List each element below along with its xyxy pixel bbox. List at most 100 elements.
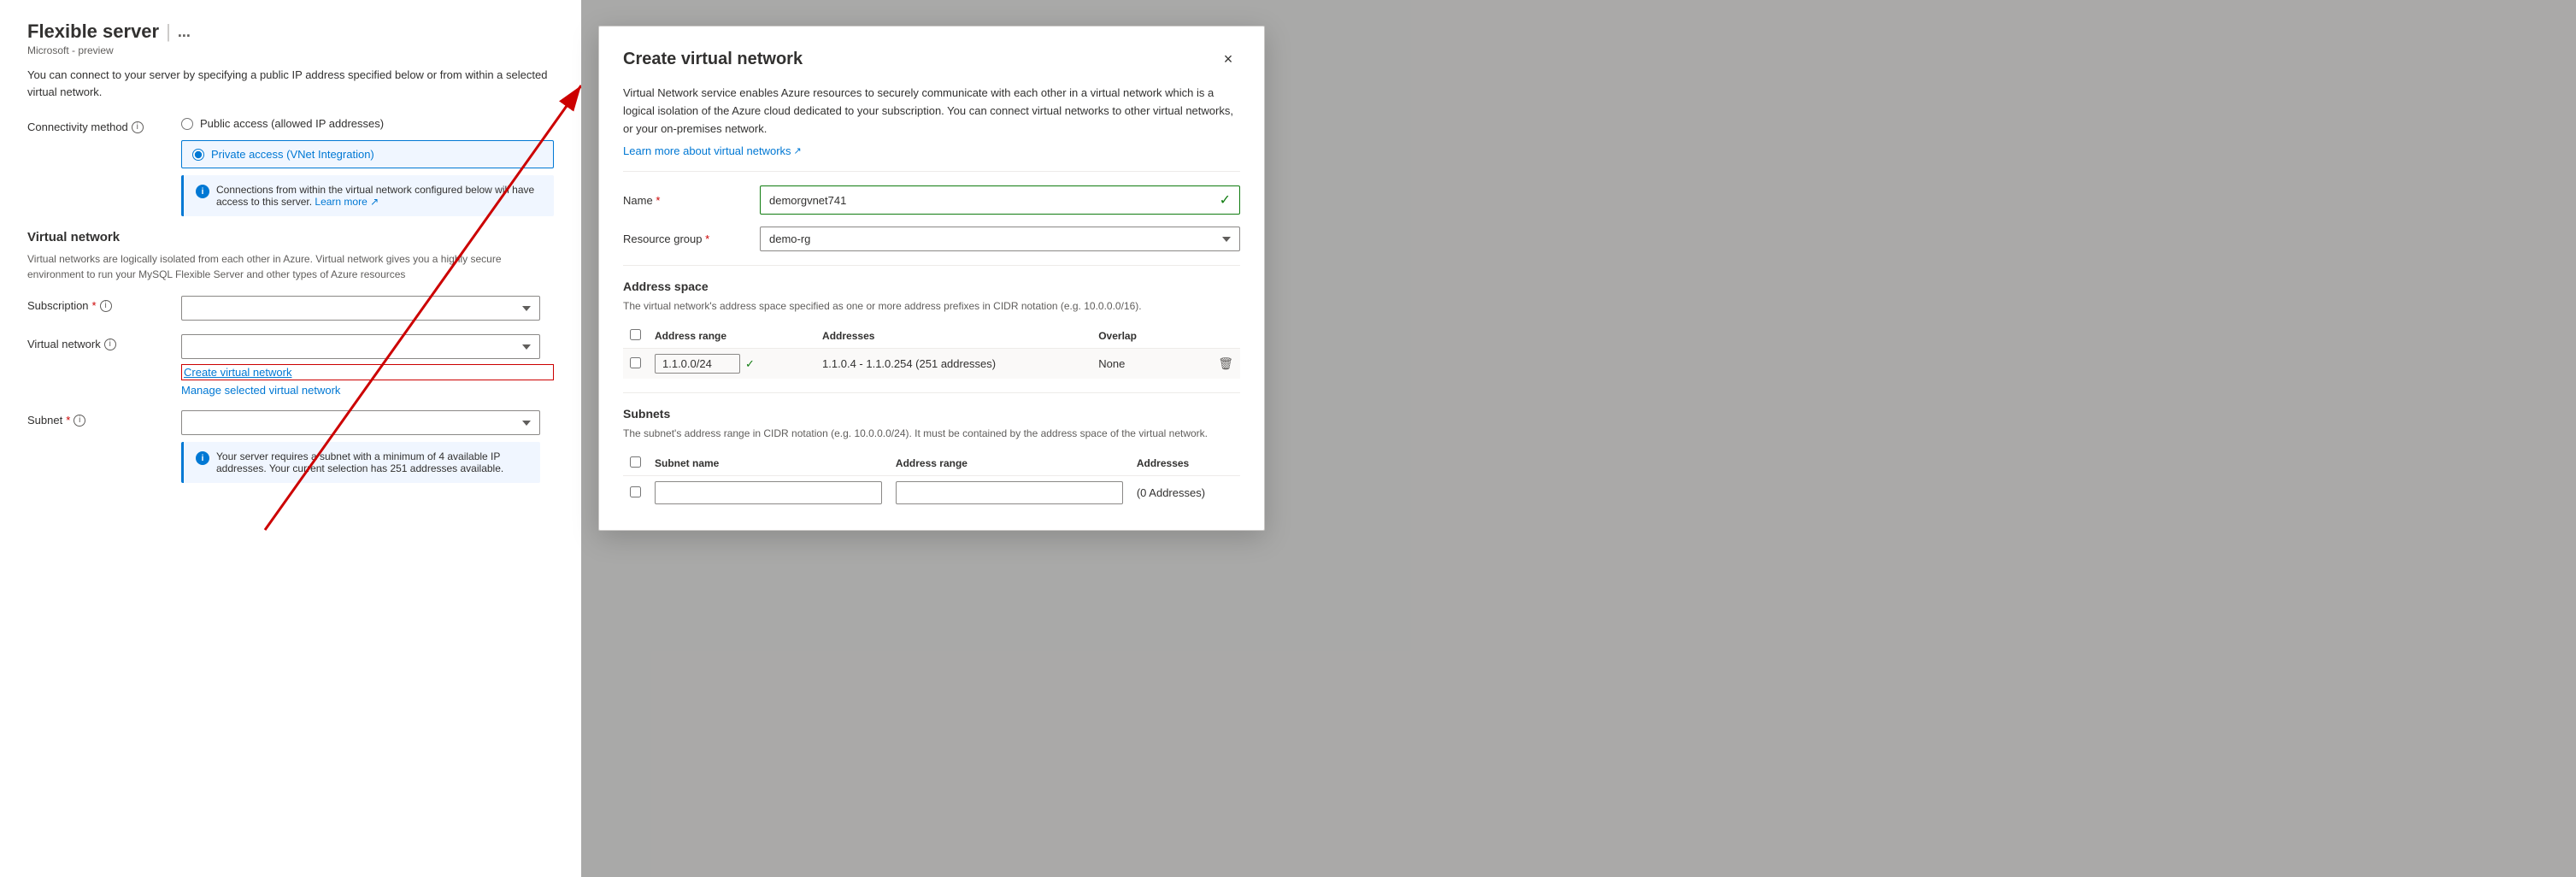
addr-range-valid-icon: ✓ [745,357,755,371]
learn-more-link[interactable]: Learn more ↗ [315,196,379,208]
connectivity-content: Public access (allowed IP addresses) Pri… [181,117,554,216]
name-label: Name * [623,194,760,207]
manage-vnet-link[interactable]: Manage selected virtual network [181,384,554,397]
addr-col-check [623,324,648,349]
subnet-row-range-cell [889,476,1130,510]
resource-group-label: Resource group * [623,232,760,245]
modal-header: Create virtual network × [623,47,1240,71]
addr-row-overlap-cell: None [1091,349,1211,380]
subnet-field-content: i Your server requires a subnet with a m… [181,410,554,483]
modal-divider-3 [623,392,1240,393]
connectivity-info-icon[interactable]: i [132,121,144,133]
page-title: Flexible server | ... [27,21,191,43]
learn-more-icon: ↗ [794,145,802,156]
virtual-network-section: Virtual network Virtual networks are log… [27,230,554,483]
subtitle: Microsoft - preview [27,44,554,56]
subnet-row-addresses-cell: (0 Addresses) [1130,476,1240,510]
table-row: (0 Addresses) [623,476,1240,510]
addr-row-checkbox[interactable] [630,357,641,368]
name-required-star: * [656,194,660,207]
addr-row-addresses-cell: 1.1.0.4 - 1.1.0.254 (251 addresses) [815,349,1091,380]
resource-group-field-row: Resource group * demo-rg [623,227,1240,251]
name-input-display: demorgvnet741 ✓ [760,185,1240,215]
subnet-row-checkbox[interactable] [630,486,641,497]
subnet-label: Subnet * i [27,410,181,427]
addr-col-range: Address range [648,324,815,349]
title-separator: | [166,21,171,43]
modal-close-button[interactable]: × [1216,47,1240,71]
ellipsis-menu[interactable]: ... [178,23,191,41]
modal-title: Create virtual network [623,50,803,69]
subnets-title: Subnets [623,407,1240,421]
create-vnet-link[interactable]: Create virtual network [181,364,554,380]
left-panel: Flexible server | ... Microsoft - previe… [0,0,581,877]
subnet-range-input[interactable] [896,481,1123,504]
subnet-row-name-cell [648,476,889,510]
addr-row-delete-cell: 🗑 [1211,349,1240,380]
info-box-text: Connections from within the virtual netw… [216,184,542,208]
resource-group-dropdown[interactable]: demo-rg [760,227,1240,251]
radio-private-access-label: Private access (VNet Integration) [211,148,374,161]
virtual-network-dropdown[interactable] [181,334,540,359]
subscription-label: Subscription * i [27,296,181,312]
subscription-content [181,296,554,321]
addr-col-overlap: Overlap [1091,324,1211,349]
connectivity-label: Connectivity method i [27,117,181,133]
subscription-info-icon[interactable]: i [100,300,112,312]
addr-row-check-cell [623,349,648,380]
subnet-dropdown[interactable] [181,410,540,435]
virtual-network-row: Virtual network i Create virtual network… [27,334,554,397]
subnet-header-checkbox[interactable] [630,456,641,468]
subnet-name-input[interactable] [655,481,882,504]
modal-divider-2 [623,265,1240,266]
address-space-title: Address space [623,280,1240,293]
virtual-network-label: Virtual network i [27,334,181,350]
radio-private-access-input[interactable] [192,149,204,161]
subnet-info-box: i Your server requires a subnet with a m… [181,442,540,483]
vnet-field-content: Create virtual network Manage selected v… [181,334,554,397]
vnet-info-icon[interactable]: i [104,338,116,350]
addr-row-delete-icon[interactable]: 🗑 [1218,356,1233,370]
connectivity-radio-group: Public access (allowed IP addresses) Pri… [181,117,554,168]
address-space-desc: The virtual network's address space spec… [623,298,1240,314]
vnet-section-title: Virtual network [27,230,554,244]
address-range-table: Address range Addresses Overlap 1.1.0.0/… [623,324,1240,379]
subnet-table: Subnet name Address range Addresses [623,451,1240,509]
vnet-links: Create virtual network Manage selected v… [181,364,554,397]
radio-public-access-input[interactable] [181,118,193,130]
subnet-table-header: Subnet name Address range Addresses [623,451,1240,476]
subnet-required-star: * [66,414,70,427]
addr-row-range-cell: 1.1.0.0/24 ✓ [648,349,815,380]
page-description: You can connect to your server by specif… [27,67,554,100]
addr-table-header: Address range Addresses Overlap [623,324,1240,349]
name-field-row: Name * demorgvnet741 ✓ [623,185,1240,215]
subnet-info-icon[interactable]: i [74,415,85,427]
addr-col-addresses: Addresses [815,324,1091,349]
info-icon-blue: i [196,185,209,198]
subnet-col-range: Address range [889,451,1130,476]
addr-col-actions [1211,324,1240,349]
subscription-dropdown[interactable] [181,296,540,321]
subnets-desc: The subnet's address range in CIDR notat… [623,426,1240,441]
connectivity-method-row: Connectivity method i Public access (all… [27,117,554,216]
connectivity-info-box: i Connections from within the virtual ne… [181,175,554,216]
radio-public-access[interactable]: Public access (allowed IP addresses) [181,117,554,130]
right-area: Create virtual network × Virtual Network… [581,0,2576,877]
modal-divider-1 [623,171,1240,172]
vnet-section-desc: Virtual networks are logically isolated … [27,251,554,282]
create-vnet-modal: Create virtual network × Virtual Network… [598,26,1265,531]
subscription-required-star: * [92,299,97,312]
subnet-info-icon-blue: i [196,451,209,465]
subnet-col-name: Subnet name [648,451,889,476]
addr-header-checkbox[interactable] [630,329,641,340]
radio-public-access-label: Public access (allowed IP addresses) [200,117,384,130]
learn-more-vnet-link[interactable]: Learn more about virtual networks ↗ [623,144,802,157]
modal-description: Virtual Network service enables Azure re… [623,85,1240,138]
name-valid-check: ✓ [1220,191,1231,209]
radio-private-access[interactable]: Private access (VNet Integration) [192,148,543,161]
rg-required-star: * [705,232,709,245]
name-value: demorgvnet741 [769,194,846,207]
radio-private-access-box: Private access (VNet Integration) [181,140,554,168]
subnet-col-addresses: Addresses [1130,451,1240,476]
addr-range-input[interactable]: 1.1.0.0/24 [655,354,740,374]
